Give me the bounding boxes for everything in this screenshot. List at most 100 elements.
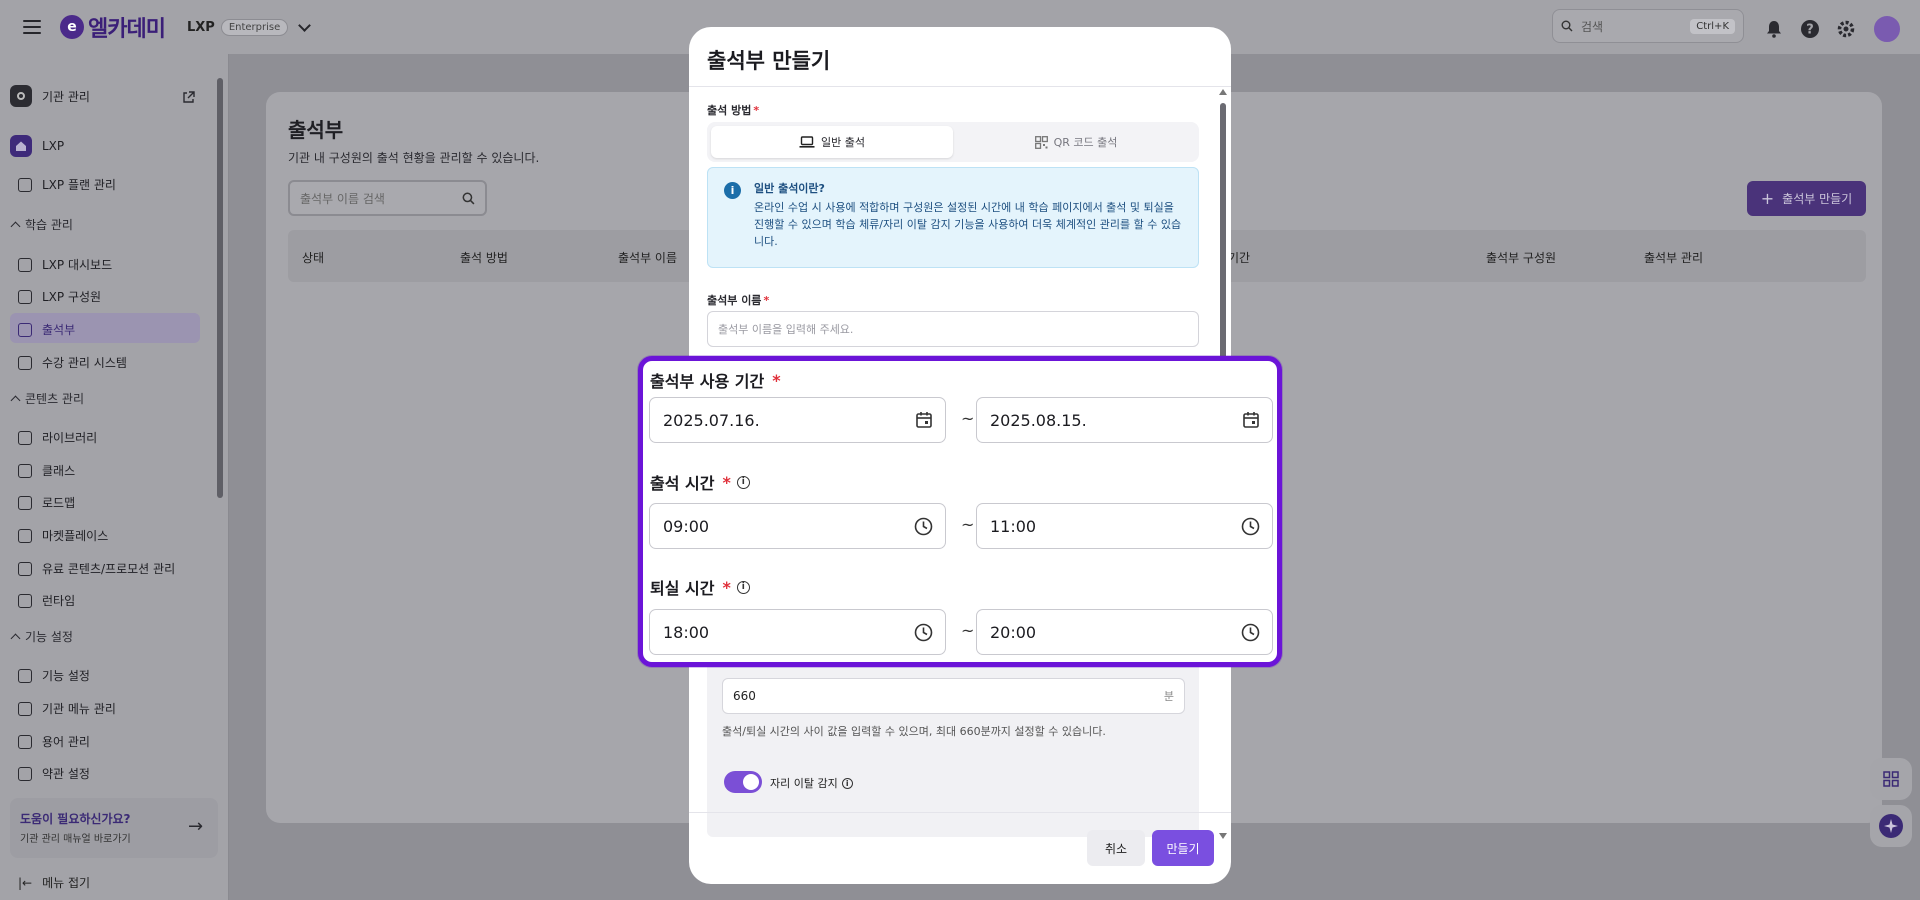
create-attendance-button[interactable]: + 출석부 만들기 xyxy=(1747,181,1866,216)
clock-icon[interactable] xyxy=(914,623,933,642)
sidebar-item-library[interactable]: 라이브러리 xyxy=(18,429,97,446)
sidebar-item-dashboard[interactable]: LXP 대시보드 xyxy=(18,256,112,273)
global-search[interactable]: 검색 Ctrl+K xyxy=(1552,9,1744,43)
checkout-start-time-input[interactable]: 18:00 xyxy=(649,609,946,655)
calendar-icon xyxy=(18,322,32,337)
checkin-start-value: 09:00 xyxy=(663,516,710,536)
minutes-unit: 분 xyxy=(1163,690,1174,703)
sidebar-item-label: 출석부 xyxy=(42,323,76,337)
method-label: 출석 방법 * xyxy=(707,104,760,117)
sidebar-item-label: 기능 설정 xyxy=(42,669,90,683)
sidebar-item-label: 유료 콘텐츠/프로모션 관리 xyxy=(42,562,176,576)
tab-general-attendance[interactable]: 일반 출석 xyxy=(711,126,953,158)
collapse-menu-button[interactable]: |← 메뉴 접기 xyxy=(18,874,90,891)
sidebar-item-paid-content[interactable]: 유료 콘텐츠/프로모션 관리 xyxy=(18,560,175,577)
period-end-value: 2025.08.15. xyxy=(990,410,1087,430)
scroll-down-icon[interactable] xyxy=(1219,833,1227,839)
sidebar-item-terms[interactable]: 용어 관리 xyxy=(18,733,90,750)
column-period: 기간 xyxy=(1228,251,1251,265)
cancel-button[interactable]: 취소 xyxy=(1087,830,1145,866)
info-callout: i 일반 출석이란? 온라인 수업 시 사용에 적합하며 구성원은 설정된 시간… xyxy=(707,167,1199,268)
sidebar-item-marketplace[interactable]: 마켓플레이스 xyxy=(18,527,108,544)
sidebar-scroll-thumb[interactable] xyxy=(217,78,223,498)
scroll-up-icon[interactable] xyxy=(1219,89,1227,95)
clock-icon[interactable] xyxy=(914,517,933,536)
sidebar-item-roadmap[interactable]: 로드맵 xyxy=(18,494,75,511)
sidebar-item-menu-admin[interactable]: 기관 메뉴 관리 xyxy=(18,700,116,717)
menu-icon[interactable] xyxy=(23,20,41,34)
column-name: 출석부 이름 xyxy=(618,251,678,265)
attendance-name-input[interactable]: 출석부 이름을 입력해 주세요. xyxy=(707,311,1199,347)
method-segmented-control: 일반 출석 QR 코드 출석 xyxy=(707,122,1199,162)
sparkle-icon xyxy=(1879,814,1903,838)
name-placeholder: 출석부 이름을 입력해 주세요. xyxy=(718,323,854,336)
section-learning[interactable]: 학습 관리 xyxy=(10,216,73,233)
briefcase-icon xyxy=(18,593,32,608)
attendance-search-input[interactable]: 출석부 이름 검색 xyxy=(288,180,487,216)
sidebar-item-runtime[interactable]: 런타임 xyxy=(18,592,75,609)
tab-qr-attendance[interactable]: QR 코드 출석 xyxy=(957,126,1195,158)
dashboard-icon xyxy=(18,257,32,272)
logo[interactable]: e 엘카데미 xyxy=(60,11,166,43)
create-button[interactable]: 만들기 xyxy=(1152,830,1214,866)
sidebar-item-org-admin[interactable]: 기관 관리 xyxy=(10,85,90,107)
column-members: 출석부 구성원 xyxy=(1486,251,1557,265)
class-icon xyxy=(18,463,32,478)
away-detect-toggle[interactable] xyxy=(724,771,762,793)
layers-icon xyxy=(18,495,32,510)
sidebar-item-lms[interactable]: 수강 관리 시스템 xyxy=(18,354,127,371)
collapse-label: 메뉴 접기 xyxy=(42,876,91,890)
sidebar-item-plan[interactable]: LXP 플랜 관리 xyxy=(18,176,116,193)
gear-icon[interactable] xyxy=(1834,17,1858,41)
calendar-icon[interactable] xyxy=(915,411,933,429)
menu-list-icon xyxy=(18,701,32,716)
id-card-icon xyxy=(18,355,32,370)
section-feature[interactable]: 기능 설정 xyxy=(10,628,73,645)
info-circle-icon[interactable]: i xyxy=(841,777,853,789)
chevron-down-icon[interactable] xyxy=(298,18,312,32)
checkin-start-time-input[interactable]: 09:00 xyxy=(649,503,946,549)
sidebar-item-features[interactable]: 기능 설정 xyxy=(18,667,90,684)
section-label: 학습 관리 xyxy=(25,218,73,232)
sidebar-item-label: 수강 관리 시스템 xyxy=(42,356,127,370)
org-admin-icon xyxy=(10,85,32,107)
checkin-end-time-input[interactable]: 11:00 xyxy=(976,503,1273,549)
help-icon[interactable]: ? xyxy=(1798,17,1822,41)
page-description: 기관 내 구성원의 출석 현황을 관리할 수 있습니다. xyxy=(288,151,540,165)
sidebar: 기관 관리 LXP LXP 플랜 관리 학습 관리 LXP 대시보드 LXP 구… xyxy=(0,54,229,900)
sidebar-item-class[interactable]: 클래스 xyxy=(18,462,75,479)
range-separator: ~ xyxy=(961,621,975,640)
clock-icon[interactable] xyxy=(1241,623,1260,642)
period-start-value: 2025.07.16. xyxy=(663,410,760,430)
laptop-icon xyxy=(799,136,815,148)
arrow-right-icon: → xyxy=(188,816,204,837)
info-circle-icon[interactable]: i xyxy=(736,475,750,489)
info-circle-icon[interactable]: i xyxy=(736,580,750,594)
period-start-date-input[interactable]: 2025.07.16. xyxy=(649,397,946,443)
external-link-icon[interactable] xyxy=(182,89,195,108)
grid-icon xyxy=(18,668,32,683)
apps-grid-button[interactable] xyxy=(1870,758,1912,800)
help-subtitle: 기관 관리 매뉴얼 바로가기 xyxy=(20,834,131,845)
info-icon: i xyxy=(724,182,741,199)
sidebar-item-attendance[interactable]: 출석부 xyxy=(18,321,75,338)
period-end-date-input[interactable]: 2025.08.15. xyxy=(976,397,1273,443)
bell-icon[interactable] xyxy=(1762,17,1786,41)
help-card[interactable]: 도움이 필요하신가요? 기관 관리 매뉴얼 바로가기 → xyxy=(10,798,218,858)
checkout-end-time-input[interactable]: 20:00 xyxy=(976,609,1273,655)
assistant-button[interactable] xyxy=(1870,805,1912,847)
divider xyxy=(689,812,1231,813)
sidebar-item-lxp[interactable]: LXP xyxy=(10,135,64,157)
avatar[interactable] xyxy=(1872,14,1902,44)
sidebar-item-members[interactable]: LXP 구성원 xyxy=(18,288,101,305)
sidebar-scrollbar[interactable] xyxy=(216,60,224,780)
minutes-help-text: 출석/퇴실 시간의 사이 값을 입력할 수 있으며, 최대 660분까지 설정할… xyxy=(722,725,1106,738)
search-placeholder: 출석부 이름 검색 xyxy=(300,191,385,206)
calendar-icon[interactable] xyxy=(1242,411,1260,429)
modal-title: 출석부 만들기 xyxy=(707,49,831,73)
sidebar-item-policy[interactable]: 약관 설정 xyxy=(18,765,90,782)
section-content[interactable]: 콘텐츠 관리 xyxy=(10,390,84,407)
clock-icon[interactable] xyxy=(1241,517,1260,536)
store-icon xyxy=(18,528,32,543)
minutes-input[interactable]: 660 분 xyxy=(722,678,1185,714)
